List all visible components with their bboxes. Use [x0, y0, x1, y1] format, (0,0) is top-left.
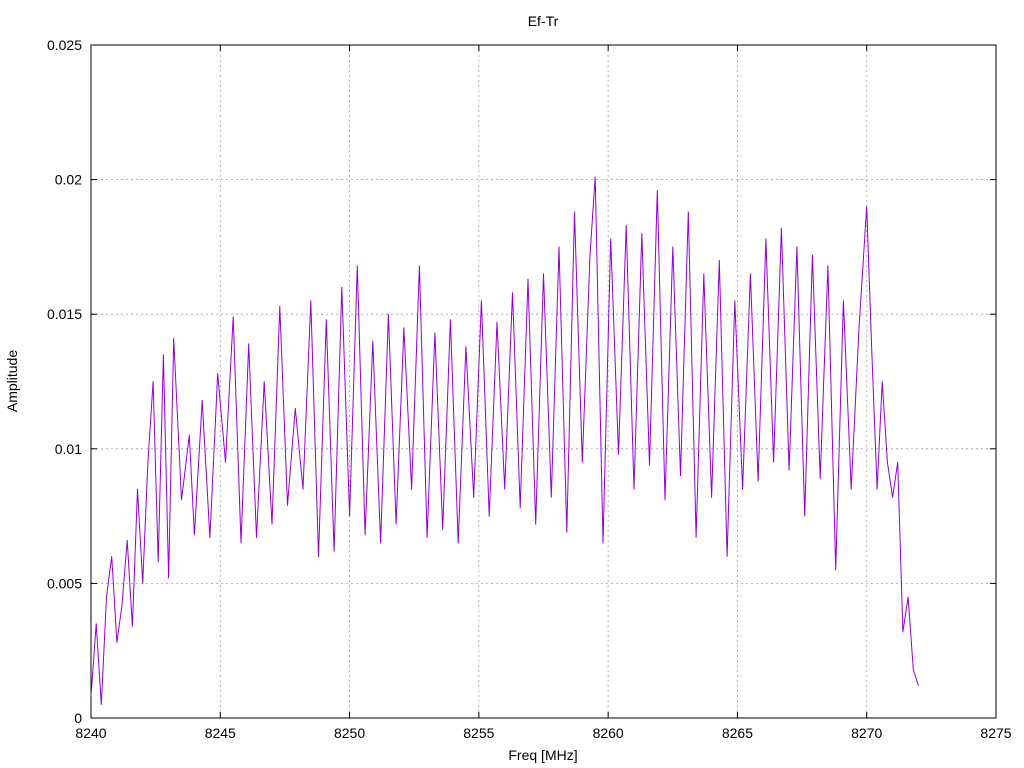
plot-frame: [90, 44, 997, 719]
x-tick-label: 8240: [75, 725, 106, 741]
y-tick-label: 0.025: [47, 37, 82, 53]
x-tick-label: 8245: [205, 725, 236, 741]
y-tick-label: 0: [74, 710, 82, 726]
x-tick-label: 8260: [593, 725, 624, 741]
line-chart: 8240 8245 8250 8255 8260 8265 8270 8275 0 0.005 0.…: [4, 13, 1012, 763]
y-tick-label: 0.005: [47, 575, 82, 591]
y-tick-label: 0.02: [55, 172, 82, 188]
x-axis-label: Freq [MHz]: [508, 747, 577, 763]
x-tick-label: 8265: [722, 725, 753, 741]
x-tick-label: 8275: [980, 725, 1011, 741]
grid: [91, 45, 996, 718]
axes: [90, 44, 997, 719]
x-tick-label: 8255: [463, 725, 494, 741]
x-tick-label: 8270: [851, 725, 882, 741]
y-tick-label: 0.015: [47, 306, 82, 322]
chart-title: Ef-Tr: [528, 13, 559, 29]
x-tick-label: 8250: [334, 725, 365, 741]
series-line: [90, 176, 919, 705]
y-tick-label: 0.01: [55, 441, 82, 457]
y-axis-label: Amplitude: [4, 350, 20, 412]
series: [90, 176, 919, 705]
chart: 8240 8245 8250 8255 8260 8265 8270 8275 0 0.005 0.…: [0, 0, 1024, 768]
